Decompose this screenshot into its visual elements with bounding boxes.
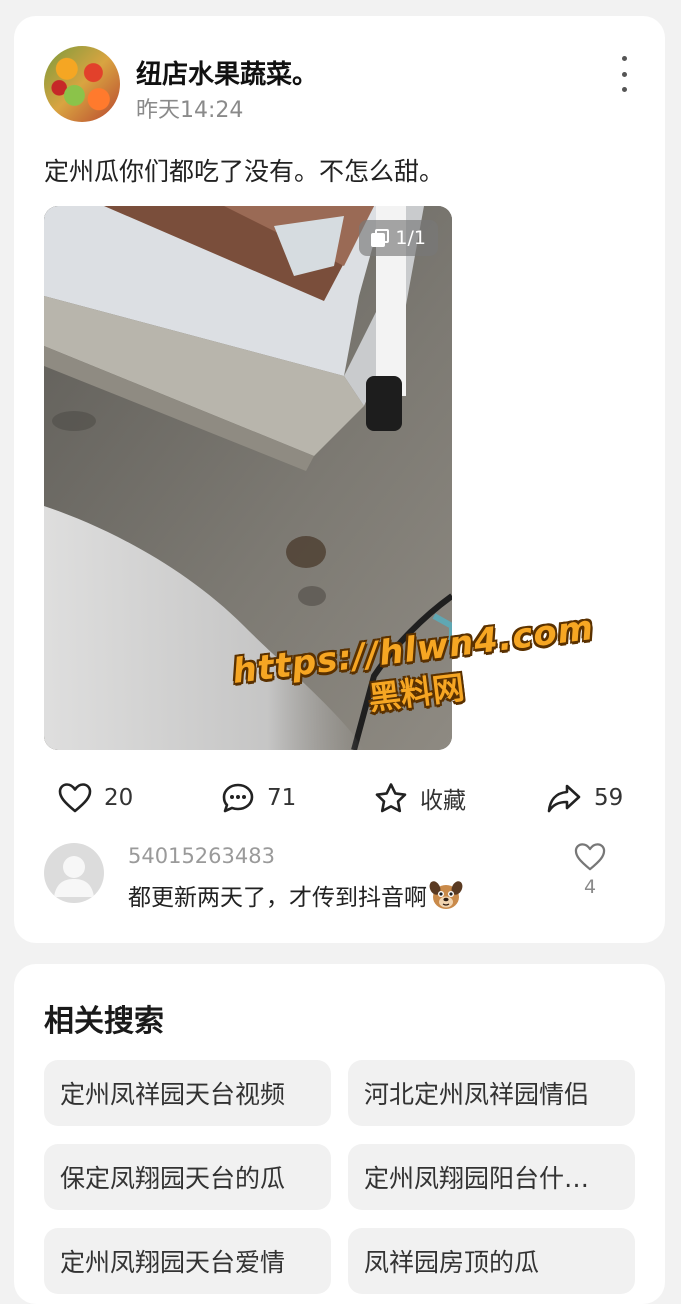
related-search-chip[interactable]: 凤祥园房顶的瓜 [348,1228,635,1294]
comment-like-count: 4 [583,876,597,898]
share-arrow-icon [547,784,581,813]
author-name[interactable]: 纽店水果蔬菜。 [136,54,318,91]
post-photo [44,206,452,750]
share-button[interactable]: 59 [546,776,623,820]
favorite-button[interactable]: 收藏 [374,776,466,820]
favorite-label: 收藏 [420,788,466,814]
star-icon [375,783,407,813]
post-text: 定州瓜你们都吃了没有。不怎么甜。 [44,157,445,186]
image-counter: 1/1 [359,220,438,256]
related-search-chip[interactable]: 定州凤翔园天台爱情 [44,1228,331,1294]
comment-text: 都更新两天了，才传到抖音啊 [128,878,463,912]
post-timestamp: 昨天14:24 [136,98,244,123]
related-search-chip[interactable]: 河北定州凤祥园情侣 [348,1060,635,1126]
related-search-chip[interactable]: 定州凤翔园阳台什… [348,1144,635,1210]
default-user-icon [54,856,94,897]
comment-button[interactable]: 71 [221,776,296,820]
share-count: 59 [594,785,624,811]
more-vertical-icon [621,56,627,61]
heart-icon [574,843,606,871]
image-counter-label: 1/1 [395,227,426,249]
like-count: 20 [104,785,134,811]
image-stack-icon [371,229,390,247]
related-search-chip[interactable]: 定州凤祥园天台视频 [44,1060,331,1126]
heart-icon [58,783,92,813]
post-image[interactable]: 1/1 [44,206,452,750]
comment-bubble-icon [222,783,254,813]
post-actions-bar: 20 71 收藏 59 [14,776,665,820]
more-options-button[interactable] [612,54,636,94]
author-avatar[interactable] [44,46,120,122]
related-search-card: 相关搜索 定州凤祥园天台视频 河北定州凤祥园情侣 保定凤翔园天台的瓜 定州凤翔园… [14,964,665,1304]
dog-face-emoji [429,881,463,909]
commenter-avatar[interactable] [44,843,104,903]
comment-body: 都更新两天了，才传到抖音啊 [128,885,427,911]
related-search-chip[interactable]: 保定凤翔园天台的瓜 [44,1144,331,1210]
comment-count: 71 [267,785,297,811]
related-search-title: 相关搜索 [44,1004,164,1039]
commenter-name[interactable]: 54015263483 [128,844,275,868]
like-button[interactable]: 20 [58,776,133,820]
comment-like-button[interactable]: 4 [572,842,608,898]
post-card: 纽店水果蔬菜。 昨天14:24 定州瓜你们都吃了没有。不怎么甜。 1/1 20 … [14,16,665,943]
